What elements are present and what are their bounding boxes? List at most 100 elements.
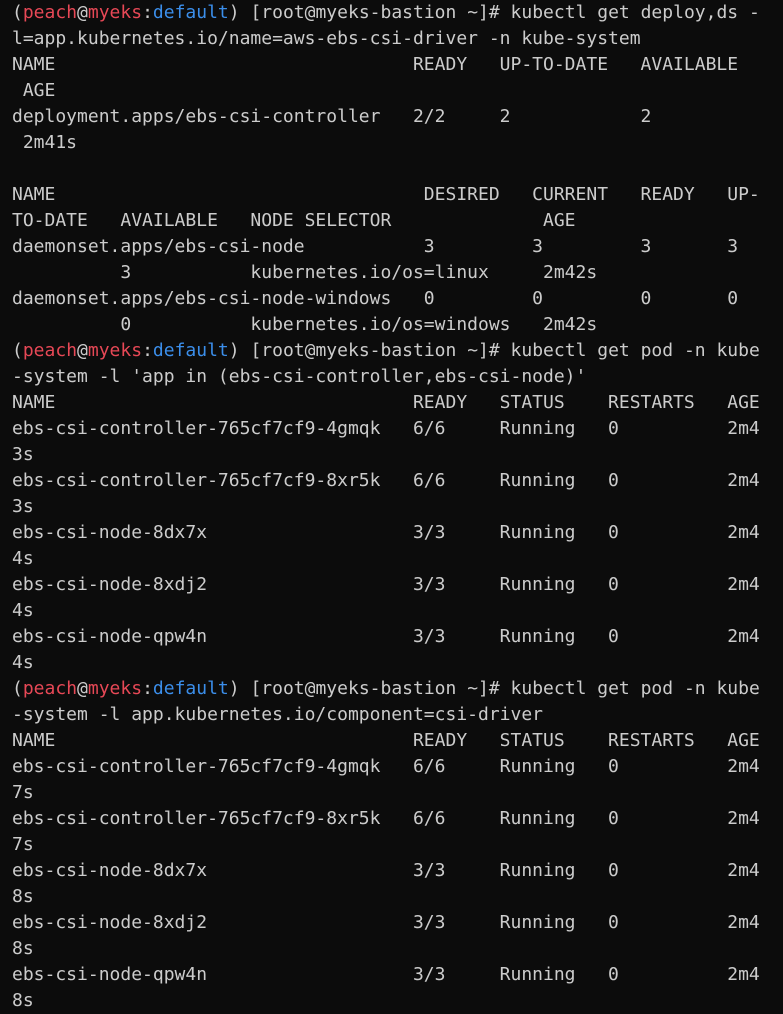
prompt-host: myeks [87, 340, 143, 361]
command-text: kubectl get deploy,ds - [510, 2, 760, 23]
output-text: ebs-csi-node-qpw4n 3/3 Running 0 2m4 [12, 964, 760, 985]
prompt-open-paren: ( [12, 340, 23, 361]
output-text: 8s [12, 886, 34, 907]
command-line: (peach@myeks:default) [root@myeks-bastio… [12, 0, 783, 26]
output-text: 3s [12, 496, 34, 517]
prompt-close-paren: ) [228, 340, 251, 361]
output-text: daemonset.apps/ebs-csi-node 3 3 3 3 [12, 236, 739, 257]
prompt-shell: [root@myeks-bastion ~]# [250, 2, 511, 23]
prompt-user: peach [22, 340, 78, 361]
output-line: TO-DATE AVAILABLE NODE SELECTOR AGE [12, 208, 783, 234]
output-line: 7s [12, 780, 783, 806]
output-text: 2m41s [12, 132, 78, 153]
prompt-colon: : [142, 678, 153, 699]
output-line: 0 kubernetes.io/os=windows 2m42s [12, 312, 783, 338]
output-text: ebs-csi-node-8xdj2 3/3 Running 0 2m4 [12, 574, 760, 595]
output-text: ebs-csi-node-8dx7x 3/3 Running 0 2m4 [12, 522, 760, 543]
terminal-output[interactable]: (peach@myeks:default) [root@myeks-bastio… [12, 0, 783, 1014]
prompt-user: peach [22, 2, 78, 23]
output-text: NAME READY UP-TO-DATE AVAILABLE [12, 54, 739, 75]
prompt-at-sign: @ [77, 340, 88, 361]
output-line: l=app.kubernetes.io/name=aws-ebs-csi-dri… [12, 26, 783, 52]
output-line: deployment.apps/ebs-csi-controller 2/2 2… [12, 104, 783, 130]
output-line: ebs-csi-controller-765cf7cf9-4gmqk 6/6 R… [12, 416, 783, 442]
output-line: NAME READY STATUS RESTARTS AGE [12, 728, 783, 754]
output-line: 7s [12, 832, 783, 858]
output-line: 3 kubernetes.io/os=linux 2m42s [12, 260, 783, 286]
output-line: daemonset.apps/ebs-csi-node-windows 0 0 … [12, 286, 783, 312]
output-text: 8s [12, 938, 34, 959]
prompt-at-sign: @ [77, 2, 88, 23]
output-line: 4s [12, 598, 783, 624]
output-text: -system -l 'app in (ebs-csi-controller,e… [12, 366, 587, 387]
output-line: ebs-csi-node-8dx7x 3/3 Running 0 2m4 [12, 858, 783, 884]
output-text: ebs-csi-node-8xdj2 3/3 Running 0 2m4 [12, 912, 760, 933]
output-text: ebs-csi-node-8dx7x 3/3 Running 0 2m4 [12, 860, 760, 881]
output-line: 3s [12, 442, 783, 468]
output-line: ebs-csi-node-8xdj2 3/3 Running 0 2m4 [12, 910, 783, 936]
output-line: 2m41s [12, 130, 783, 156]
output-line: ebs-csi-node-8dx7x 3/3 Running 0 2m4 [12, 520, 783, 546]
command-line: (peach@myeks:default) [root@myeks-bastio… [12, 676, 783, 702]
output-line: 8s [12, 988, 783, 1014]
prompt-at-sign: @ [77, 678, 88, 699]
output-text: NAME READY STATUS RESTARTS AGE [12, 392, 760, 413]
output-text: deployment.apps/ebs-csi-controller 2/2 2… [12, 106, 652, 127]
output-line: -system -l app.kubernetes.io/component=c… [12, 702, 783, 728]
command-text: kubectl get pod -n kube [510, 678, 760, 699]
output-text: ebs-csi-node-qpw4n 3/3 Running 0 2m4 [12, 626, 760, 647]
prompt-host: myeks [87, 678, 143, 699]
output-text: 8s [12, 990, 34, 1011]
output-text: ebs-csi-controller-765cf7cf9-8xr5k 6/6 R… [12, 808, 760, 829]
prompt-open-paren: ( [12, 2, 23, 23]
output-text: 3 kubernetes.io/os=linux 2m42s [12, 262, 598, 283]
output-text: 7s [12, 834, 34, 855]
output-line: 8s [12, 884, 783, 910]
output-text: 4s [12, 548, 34, 569]
output-line: 3s [12, 494, 783, 520]
output-text: ebs-csi-controller-765cf7cf9-4gmqk 6/6 R… [12, 418, 760, 439]
output-line: -system -l 'app in (ebs-csi-controller,e… [12, 364, 783, 390]
output-line: ebs-csi-controller-765cf7cf9-8xr5k 6/6 R… [12, 468, 783, 494]
output-line: ebs-csi-node-8xdj2 3/3 Running 0 2m4 [12, 572, 783, 598]
output-text: 4s [12, 600, 34, 621]
command-text: kubectl get pod -n kube [510, 340, 760, 361]
output-text: NAME READY STATUS RESTARTS AGE [12, 730, 760, 751]
output-line: 4s [12, 650, 783, 676]
output-line: daemonset.apps/ebs-csi-node 3 3 3 3 [12, 234, 783, 260]
prompt-colon: : [142, 340, 153, 361]
output-text: daemonset.apps/ebs-csi-node-windows 0 0 … [12, 288, 739, 309]
prompt-close-paren: ) [228, 678, 251, 699]
prompt-shell: [root@myeks-bastion ~]# [250, 678, 511, 699]
prompt-open-paren: ( [12, 678, 23, 699]
prompt-context: default [152, 340, 229, 361]
prompt-context: default [152, 2, 229, 23]
prompt-host: myeks [87, 2, 143, 23]
output-text: 4s [12, 652, 34, 673]
output-text: ebs-csi-controller-765cf7cf9-8xr5k 6/6 R… [12, 470, 760, 491]
output-line: NAME DESIRED CURRENT READY UP- [12, 182, 783, 208]
output-text: NAME DESIRED CURRENT READY UP- [12, 184, 760, 205]
output-line: AGE [12, 78, 783, 104]
output-line: ebs-csi-node-qpw4n 3/3 Running 0 2m4 [12, 962, 783, 988]
output-text: TO-DATE AVAILABLE NODE SELECTOR AGE [12, 210, 576, 231]
output-line: NAME READY STATUS RESTARTS AGE [12, 390, 783, 416]
output-text: -system -l app.kubernetes.io/component=c… [12, 704, 544, 725]
prompt-close-paren: ) [228, 2, 251, 23]
output-line: 8s [12, 936, 783, 962]
output-line: 4s [12, 546, 783, 572]
output-text: 3s [12, 444, 34, 465]
output-line: ebs-csi-node-qpw4n 3/3 Running 0 2m4 [12, 624, 783, 650]
output-text: AGE [12, 80, 56, 101]
command-line: (peach@myeks:default) [root@myeks-bastio… [12, 338, 783, 364]
prompt-user: peach [22, 678, 78, 699]
output-line: ebs-csi-controller-765cf7cf9-8xr5k 6/6 R… [12, 806, 783, 832]
output-line: NAME READY UP-TO-DATE AVAILABLE [12, 52, 783, 78]
prompt-colon: : [142, 2, 153, 23]
prompt-shell: [root@myeks-bastion ~]# [250, 340, 511, 361]
output-text: ebs-csi-controller-765cf7cf9-4gmqk 6/6 R… [12, 756, 760, 777]
output-text: 7s [12, 782, 34, 803]
output-text: 0 kubernetes.io/os=windows 2m42s [12, 314, 598, 335]
output-text: l=app.kubernetes.io/name=aws-ebs-csi-dri… [12, 28, 641, 49]
